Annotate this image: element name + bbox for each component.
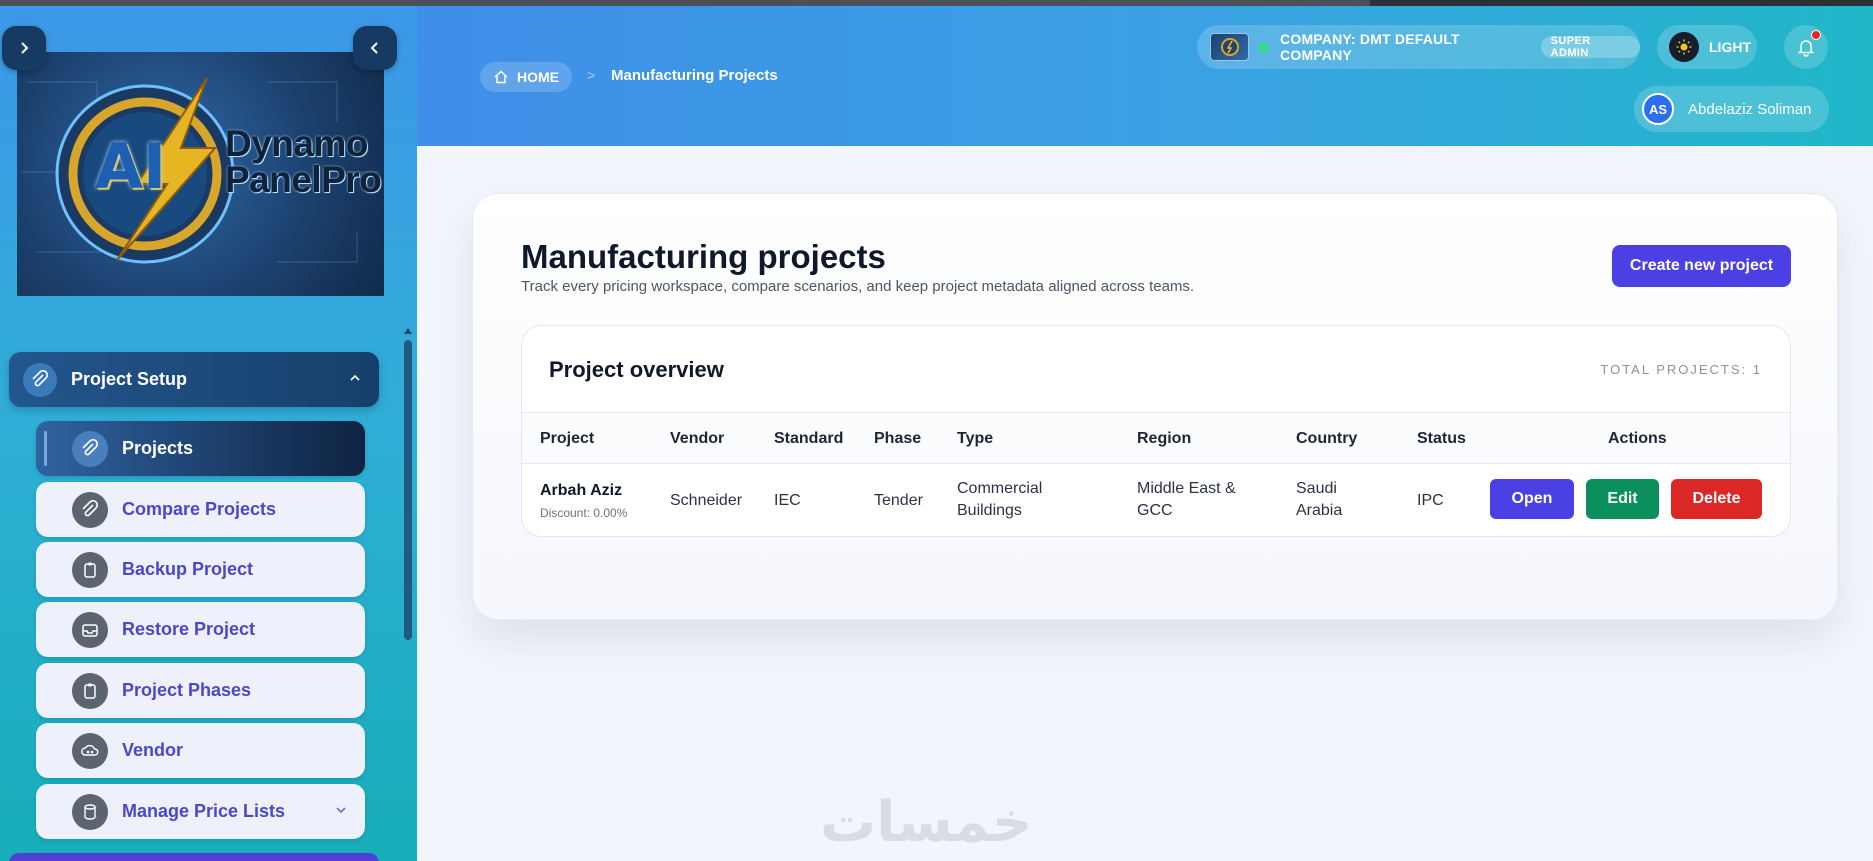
region-line2: GCC — [1137, 502, 1173, 519]
logo-text-line1: Dynamo — [225, 123, 368, 164]
edit-project-button[interactable]: Edit — [1586, 479, 1659, 519]
breadcrumb-separator: > — [587, 67, 596, 83]
country-line2: Arabia — [1296, 502, 1343, 519]
breadcrumb-home-label: HOME — [517, 69, 559, 85]
breadcrumb-home[interactable]: HOME — [480, 62, 572, 92]
logo-mark: AI — [95, 130, 167, 203]
page-subtitle: Track every pricing workspace, compare s… — [521, 278, 1195, 295]
user-menu[interactable]: AS Abdelaziz Soliman — [1634, 86, 1829, 132]
section-label: Project Setup — [71, 369, 188, 389]
section-project-setup[interactable]: Project Setup — [9, 352, 379, 407]
cell-phase: Tender — [874, 492, 923, 509]
column-header-project[interactable]: Project — [540, 430, 594, 448]
cell-vendor: Schneider — [670, 492, 743, 509]
cell-status: IPC — [1417, 492, 1444, 509]
chevron-right-icon — [21, 42, 29, 54]
column-header-country[interactable]: Country — [1296, 430, 1357, 448]
table-header: Project Vendor Standard Phase Type Regio… — [522, 412, 1790, 464]
table-row: Arbah Aziz Discount: 0.00% Schneider IEC… — [522, 464, 1790, 536]
projects-card: Manufacturing projects Track every prici… — [472, 193, 1838, 620]
project-overview-panel: Project overview TOTAL PROJECTS: 1 Proje… — [521, 325, 1791, 537]
cell-type: Commercial Buildings — [957, 478, 1042, 522]
total-projects-count: TOTAL PROJECTS: 1 — [1600, 362, 1762, 377]
company-label: COMPANY: DMT DEFAULT COMPANY — [1280, 31, 1460, 63]
cloud-network-icon — [72, 732, 108, 769]
column-header-region[interactable]: Region — [1137, 430, 1191, 448]
paperclip-icon — [72, 430, 108, 467]
column-header-type[interactable]: Type — [957, 430, 993, 448]
chevron-down-icon — [335, 803, 347, 821]
sidebar-item-vendor[interactable]: Vendor — [36, 723, 365, 778]
cell-country: Saudi Arabia — [1296, 478, 1342, 522]
inbox-icon — [72, 611, 108, 648]
sidebar-item-project-phases[interactable]: Project Phases — [36, 663, 365, 718]
bell-icon — [1797, 40, 1815, 57]
theme-toggle[interactable]: LIGHT — [1657, 25, 1757, 69]
scroll-up-arrow[interactable] — [404, 328, 412, 334]
sidebar-item-label: Compare Projects — [122, 499, 277, 519]
home-icon — [494, 70, 508, 84]
company-logo-icon — [1210, 33, 1250, 61]
open-project-button[interactable]: Open — [1490, 479, 1574, 519]
clipboard-icon — [72, 672, 108, 709]
sidebar-scrollbar[interactable] — [404, 340, 412, 640]
avatar: AS — [1642, 93, 1674, 125]
sun-icon — [1669, 32, 1699, 62]
type-line1: Commercial — [957, 480, 1043, 497]
role-badge: SUPER ADMIN — [1540, 35, 1640, 59]
delete-project-button[interactable]: Delete — [1671, 479, 1762, 519]
sidebar-item-compare-projects[interactable]: Compare Projects — [36, 482, 365, 537]
window-top-accent — [0, 0, 1370, 6]
cell-standard: IEC — [774, 492, 801, 509]
logo-text-line2: PanelPro — [225, 159, 382, 200]
page-title: Manufacturing projects — [521, 238, 886, 275]
app-logo: AI Dynamo PanelPro — [17, 52, 384, 296]
sidebar-item-projects[interactable]: Projects — [36, 421, 365, 476]
company-selector[interactable]: COMPANY: DMT DEFAULT COMPANY SUPER ADMIN — [1197, 25, 1640, 69]
clipboard-icon — [72, 551, 108, 588]
notifications-button[interactable] — [1784, 25, 1828, 69]
sidebar-item-restore-project[interactable]: Restore Project — [36, 602, 365, 657]
window-top-bar — [0, 0, 1873, 6]
theme-label: LIGHT — [1709, 39, 1751, 55]
sidebar-item-label: Restore Project — [122, 619, 256, 639]
sidebar-next-section[interactable] — [9, 853, 379, 861]
column-header-actions: Actions — [1608, 430, 1667, 447]
sidebar-item-label: Project Phases — [122, 680, 252, 700]
paperclip-icon — [72, 491, 108, 528]
sidebar: AI Dynamo PanelPro Project Setup Project… — [0, 0, 417, 861]
column-header-phase[interactable]: Phase — [874, 430, 921, 448]
cell-project: Arbah Aziz Discount: 0.00% — [540, 480, 627, 524]
sidebar-item-label: Vendor — [122, 740, 184, 760]
chevron-left-icon — [370, 42, 378, 54]
breadcrumb-current: Manufacturing Projects — [611, 67, 778, 84]
column-header-status[interactable]: Status — [1417, 430, 1466, 448]
online-status-dot — [1259, 42, 1269, 52]
country-line1: Saudi — [1296, 480, 1337, 497]
sidebar-item-label: Manage Price Lists — [122, 801, 286, 821]
create-project-button[interactable]: Create new project — [1612, 245, 1791, 287]
logo-text: Dynamo PanelPro — [225, 123, 382, 200]
sidebar-item-manage-price-lists[interactable]: Manage Price Lists — [36, 784, 365, 839]
type-line2: Buildings — [957, 502, 1022, 519]
project-discount: Discount: 0.00% — [540, 506, 628, 520]
notification-badge — [1811, 30, 1821, 40]
column-header-standard[interactable]: Standard — [774, 430, 843, 448]
database-icon — [72, 793, 108, 830]
panel-title: Project overview — [549, 357, 724, 382]
project-name: Arbah Aziz — [540, 482, 623, 499]
paperclip-icon — [23, 362, 57, 397]
user-name: Abdelaziz Soliman — [1688, 100, 1812, 118]
top-header: HOME > Manufacturing Projects COMPANY: D… — [417, 6, 1873, 146]
watermark: خمسات — [820, 790, 1033, 855]
expand-sidebar-button[interactable] — [2, 26, 46, 70]
chevron-up-icon — [349, 371, 361, 389]
column-header-vendor[interactable]: Vendor — [670, 430, 724, 448]
collapse-sidebar-button[interactable] — [353, 26, 397, 70]
sidebar-item-label: Projects — [122, 438, 194, 458]
region-line1: Middle East & — [1137, 480, 1236, 497]
sidebar-item-label: Backup Project — [122, 559, 254, 579]
cell-region: Middle East & GCC — [1137, 478, 1236, 522]
sidebar-item-backup-project[interactable]: Backup Project — [36, 542, 365, 597]
